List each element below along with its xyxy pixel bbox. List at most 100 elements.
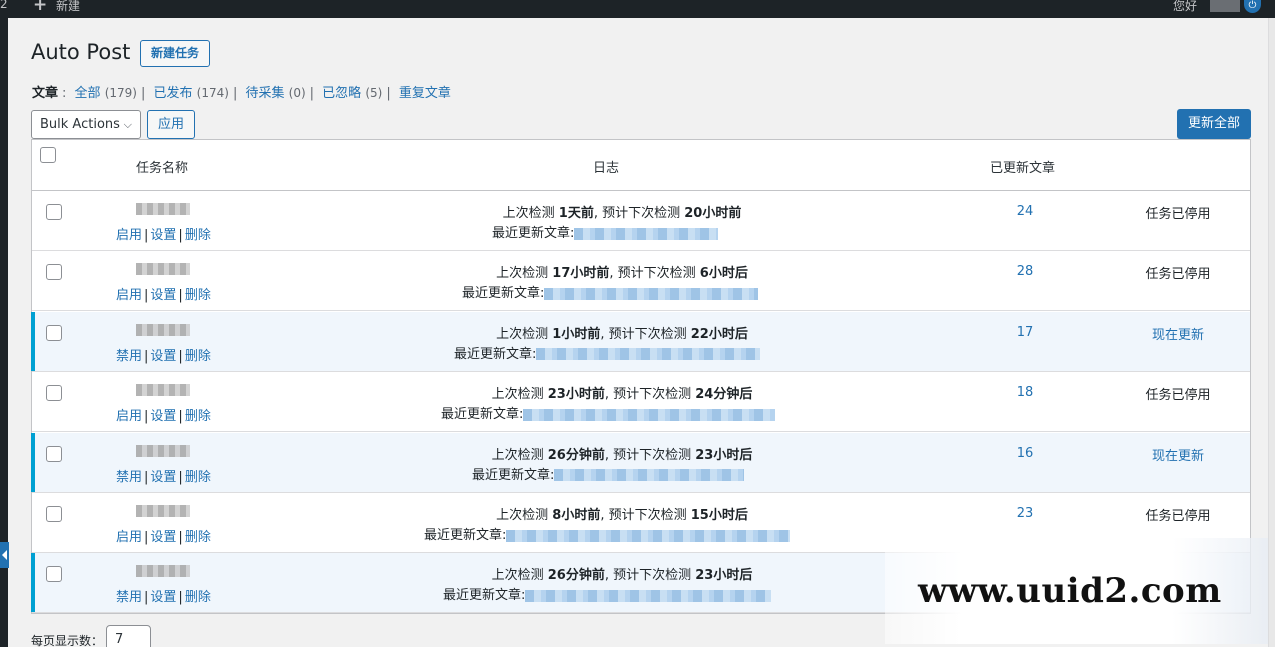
last-check-time: 1天前 [558,206,594,221]
recent-post-link[interactable] [536,348,761,361]
delete-link[interactable]: 删除 [185,530,211,545]
column-log: 日志 [593,161,620,176]
update-now-link[interactable]: 现在更新 [1152,445,1204,464]
recent-post-link[interactable] [544,287,759,300]
settings-link[interactable]: 设置 [150,590,176,605]
filter-ignored[interactable]: 已忽略 [322,86,361,101]
recent-post: 最近更新文章: [441,403,776,423]
settings-link[interactable]: 设置 [150,530,176,545]
recent-post-label: 最近更新文章: [441,407,524,423]
filter-published[interactable]: 已发布 [154,86,193,101]
recent-post-label: 最近更新文章: [443,588,526,604]
table-row: 启用 | 设置 | 删除 上次检测 1天前, 预计下次检测 20小时前 最近更新文章: 24 任… [32,191,1250,251]
log-text: , 预计下次检测 [604,387,696,403]
recent-post-link[interactable] [574,227,719,240]
delete-link[interactable]: 删除 [185,288,211,303]
watermark: www.uuid2.com [885,538,1268,644]
log-text: 上次检测 [496,266,553,282]
log-text: 上次检测 [496,326,553,342]
updated-count-link[interactable]: 23 [1017,506,1034,521]
filter-duplicate[interactable]: 重复文章 [399,86,451,101]
page-title: Auto Post [31,40,131,64]
toggle-task-link[interactable]: 启用 [116,288,142,303]
select-all-checkbox[interactable] [40,147,56,163]
row-actions: 启用 | 设置 | 删除 [116,288,211,304]
recent-post: 最近更新文章: [472,464,745,483]
recent-post-link[interactable] [554,469,745,482]
toggle-task-link[interactable]: 启用 [116,530,142,545]
settings-link[interactable]: 设置 [150,409,176,424]
toggle-task-link[interactable]: 启用 [116,409,142,424]
recent-post-label: 最近更新文章: [462,286,545,302]
row-actions: 启用 | 设置 | 删除 [116,530,211,545]
updated-count-link[interactable]: 17 [1017,325,1034,340]
updated-count-link[interactable]: 24 [1017,204,1034,219]
status-text: 任务已停用 [1145,509,1211,524]
log-text: 上次检测 [491,387,548,403]
delete-link[interactable]: 删除 [185,409,211,424]
settings-link[interactable]: 设置 [150,228,176,243]
filter-count: (0) [288,86,306,100]
filter-count: (179) [104,86,137,100]
toggle-task-link[interactable]: 启用 [116,228,142,243]
updated-count-link[interactable]: 28 [1017,264,1034,279]
delete-link[interactable]: 删除 [185,590,211,605]
delete-link[interactable]: 删除 [185,470,211,485]
power-icon[interactable]: ⏻ [1244,0,1261,13]
status-filters: 文章: 全部 (179) | 已发布 (174) | 待采集 (0) | 已忽略 (5… [32,86,451,101]
recent-post-label: 最近更新文章: [492,226,575,241]
next-check-time: 23小时后 [695,568,753,584]
updated-count-link[interactable]: 18 [1017,385,1034,400]
updated-count-link[interactable]: 16 [1017,446,1034,461]
delete-link[interactable]: 删除 [185,228,211,243]
status-text: 任务已停用 [1145,388,1211,404]
new-content-link[interactable]: 新建 [56,0,80,14]
last-check-time: 26分钟前 [547,447,605,463]
next-check-time: 6小时后 [699,266,748,282]
log-text: 上次检测 [502,206,559,221]
bulk-actions-select[interactable]: Bulk Actions ⌵ [31,110,141,139]
toggle-task-link[interactable]: 禁用 [116,470,142,485]
apply-button[interactable]: 应用 [147,110,195,139]
check-log: 上次检测 17小时前, 预计下次检测 6小时后 [32,262,1212,281]
greeting[interactable]: 您好 [1173,0,1197,14]
settings-link[interactable]: 设置 [150,470,176,485]
next-check-time: 15小时后 [690,508,748,523]
plus-icon[interactable]: + [33,0,47,15]
update-all-button[interactable]: 更新全部 [1177,109,1251,139]
recent-post: 最近更新文章: [424,524,791,543]
recent-post-link[interactable] [506,529,791,542]
per-page-label: 每页显示数： [31,634,104,647]
recent-post-link[interactable] [525,589,772,602]
row-actions: 禁用 | 设置 | 删除 [116,348,211,364]
filter-all[interactable]: 全部 [75,86,101,101]
last-check-time: 8小时前 [552,508,601,523]
avatar[interactable] [1210,0,1240,12]
filter-count: (5) [365,86,383,100]
toggle-task-link[interactable]: 禁用 [116,349,142,364]
toggle-task-link[interactable]: 禁用 [116,590,142,605]
add-task-button[interactable]: 新建任务 [140,40,210,67]
chevron-down-icon: ⌵ [123,118,132,131]
update-now-link[interactable]: 现在更新 [1152,324,1204,343]
recent-post-label: 最近更新文章: [472,467,555,483]
filter-count: (174) [196,86,229,100]
log-text: 上次检测 [491,447,548,463]
last-check-time: 17小时前 [552,266,610,282]
last-check-time: 1小时前 [552,326,601,342]
settings-link[interactable]: 设置 [150,288,176,303]
log-text: 上次检测 [491,568,548,584]
row-actions: 禁用 | 设置 | 删除 [116,469,211,485]
recent-post: 最近更新文章: [454,343,761,362]
scrollbar[interactable] [1268,18,1275,647]
collapse-arrow-icon[interactable] [0,542,9,568]
next-check-time: 22小时后 [690,326,748,342]
settings-link[interactable]: 设置 [150,349,176,364]
row-actions: 启用 | 设置 | 删除 [116,409,211,425]
log-text: 上次检测 [496,508,553,523]
recent-post-link[interactable] [523,408,776,421]
per-page-input[interactable]: 7 [106,625,151,647]
next-check-time: 24分钟后 [695,387,753,403]
filter-pending[interactable]: 待采集 [245,86,284,101]
delete-link[interactable]: 删除 [185,349,211,364]
